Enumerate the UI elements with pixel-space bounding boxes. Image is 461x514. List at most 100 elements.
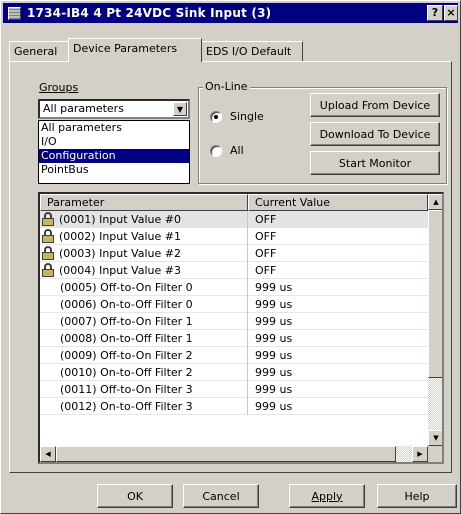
current-value-cell[interactable]: 999 us bbox=[248, 332, 428, 345]
scroll-up-icon[interactable]: ▲ bbox=[428, 194, 442, 210]
current-value-cell[interactable]: OFF bbox=[248, 213, 428, 226]
table-row[interactable]: (0004) Input Value #3 OFF bbox=[40, 261, 428, 279]
current-value-cell[interactable]: OFF bbox=[248, 230, 428, 243]
parameter-name: (0009) Off-to-On Filter 2 bbox=[60, 348, 193, 362]
tab-eds-io-default[interactable]: EDS I/O Default bbox=[201, 41, 303, 61]
parameter-cell: (0012) On-to-Off Filter 3 bbox=[40, 397, 248, 415]
parameter-cell: (0008) On-to-Off Filter 1 bbox=[40, 329, 248, 347]
parameter-name: (0004) Input Value #3 bbox=[59, 263, 181, 277]
table-row[interactable]: (0009) Off-to-On Filter 2 999 us bbox=[40, 346, 428, 364]
parameter-name: (0011) Off-to-On Filter 3 bbox=[60, 382, 193, 396]
apply-button[interactable]: Apply bbox=[289, 484, 365, 508]
parameter-name: (0005) Off-to-On Filter 0 bbox=[60, 280, 193, 294]
parameter-name: (0003) Input Value #2 bbox=[59, 246, 181, 260]
radio-single-label: Single bbox=[230, 110, 264, 123]
table-row[interactable]: (0006) On-to-Off Filter 0 999 us bbox=[40, 295, 428, 313]
tab-general[interactable]: General bbox=[9, 41, 69, 61]
window-icon bbox=[8, 6, 21, 20]
cancel-button-label: Cancel bbox=[202, 489, 240, 503]
help-button[interactable]: Help bbox=[377, 484, 457, 508]
table-row[interactable]: (0010) On-to-Off Filter 2 999 us bbox=[40, 363, 428, 381]
dialog-window: 1734-IB4 4 Pt 24VDC Sink Input (3) ? × G… bbox=[0, 0, 461, 514]
column-header-current-value[interactable]: Current Value bbox=[248, 194, 428, 211]
download-button-label: Download To Device bbox=[319, 127, 431, 141]
window-title: 1734-IB4 4 Pt 24VDC Sink Input (3) bbox=[27, 6, 272, 20]
lock-icon bbox=[41, 246, 55, 260]
radio-all[interactable]: All bbox=[210, 144, 244, 157]
current-value-cell[interactable]: 999 us bbox=[248, 298, 428, 311]
upload-from-device-button[interactable]: Upload From Device bbox=[310, 93, 440, 117]
scroll-left-icon[interactable]: ◀ bbox=[40, 446, 56, 462]
tab-device-parameters[interactable]: Device Parameters bbox=[68, 38, 202, 62]
horizontal-scrollbar[interactable]: ◀ ▶ bbox=[40, 446, 428, 462]
parameter-cell: (0011) Off-to-On Filter 3 bbox=[40, 380, 248, 398]
parameter-name: (0008) On-to-Off Filter 1 bbox=[60, 331, 193, 345]
parameter-cell: (0010) On-to-Off Filter 2 bbox=[40, 363, 248, 381]
parameter-cell: (0007) Off-to-On Filter 1 bbox=[40, 312, 248, 330]
parameter-cell: (0002) Input Value #1 bbox=[40, 227, 248, 245]
current-value-cell[interactable]: 999 us bbox=[248, 400, 428, 413]
close-button[interactable]: × bbox=[444, 5, 458, 21]
table-row[interactable]: (0011) Off-to-On Filter 3 999 us bbox=[40, 380, 428, 398]
parameter-cell: (0004) Input Value #3 bbox=[40, 261, 248, 279]
parameter-name: (0012) On-to-Off Filter 3 bbox=[60, 399, 193, 413]
table-row[interactable]: (0001) Input Value #0 OFF bbox=[40, 210, 428, 228]
table-row[interactable]: (0002) Input Value #1 OFF bbox=[40, 227, 428, 245]
radio-selected-icon bbox=[210, 110, 222, 123]
lock-icon bbox=[41, 263, 55, 277]
dropdown-option-configuration[interactable]: Configuration bbox=[39, 149, 189, 163]
parameter-name: (0007) Off-to-On Filter 1 bbox=[60, 314, 193, 328]
parameter-name: (0006) On-to-Off Filter 0 bbox=[60, 297, 193, 311]
column-header-parameter[interactable]: Parameter bbox=[40, 194, 248, 211]
start-monitor-button[interactable]: Start Monitor bbox=[310, 151, 440, 175]
groups-dropdown-list[interactable]: All parameters I/O Configuration PointBu… bbox=[38, 120, 190, 184]
radio-unselected-icon bbox=[210, 144, 222, 157]
radio-all-label: All bbox=[230, 144, 244, 157]
parameter-name: (0002) Input Value #1 bbox=[59, 229, 181, 243]
groups-selected-value: All parameters bbox=[43, 102, 124, 115]
start-monitor-button-label: Start Monitor bbox=[338, 156, 412, 170]
table-row[interactable]: (0003) Input Value #2 OFF bbox=[40, 244, 428, 262]
current-value-cell[interactable]: 999 us bbox=[248, 366, 428, 379]
radio-single[interactable]: Single bbox=[210, 110, 264, 123]
groups-label: Groups bbox=[39, 81, 79, 94]
groups-combobox[interactable]: All parameters ▼ bbox=[38, 99, 190, 119]
parameter-cell: (0003) Input Value #2 bbox=[40, 244, 248, 262]
parameter-name: (0010) On-to-Off Filter 2 bbox=[60, 365, 193, 379]
current-value-cell[interactable]: OFF bbox=[248, 264, 428, 277]
current-value-cell[interactable]: 999 us bbox=[248, 281, 428, 294]
grid-rows: (0001) Input Value #0 OFF (0002) Input Val… bbox=[40, 210, 428, 415]
ok-button[interactable]: OK bbox=[97, 484, 173, 508]
cancel-button[interactable]: Cancel bbox=[183, 484, 259, 508]
title-bar[interactable]: 1734-IB4 4 Pt 24VDC Sink Input (3) ? × bbox=[3, 3, 458, 23]
current-value-cell[interactable]: 999 us bbox=[248, 349, 428, 362]
horizontal-scroll-thumb[interactable] bbox=[56, 446, 396, 462]
lock-icon bbox=[41, 212, 55, 226]
vertical-scroll-thumb[interactable] bbox=[428, 210, 442, 378]
dropdown-option-io[interactable]: I/O bbox=[39, 135, 189, 149]
grid-header: Parameter Current Value bbox=[40, 194, 428, 211]
chevron-down-icon[interactable]: ▼ bbox=[173, 102, 187, 116]
scrollbar-corner bbox=[428, 446, 442, 462]
current-value-cell[interactable]: OFF bbox=[248, 247, 428, 260]
scroll-down-icon[interactable]: ▼ bbox=[428, 430, 442, 446]
scroll-right-icon[interactable]: ▶ bbox=[412, 446, 428, 462]
dropdown-option-all-parameters[interactable]: All parameters bbox=[39, 121, 189, 135]
table-row[interactable]: (0012) On-to-Off Filter 3 999 us bbox=[40, 397, 428, 415]
table-row[interactable]: (0007) Off-to-On Filter 1 999 us bbox=[40, 312, 428, 330]
parameter-cell: (0001) Input Value #0 bbox=[40, 210, 248, 228]
ok-button-label: OK bbox=[127, 489, 143, 503]
vertical-scrollbar[interactable]: ▲ ▼ bbox=[428, 194, 442, 446]
parameter-name: (0001) Input Value #0 bbox=[59, 212, 181, 226]
dropdown-option-pointbus[interactable]: PointBus bbox=[39, 163, 189, 177]
help-title-button[interactable]: ? bbox=[427, 5, 443, 21]
download-to-device-button[interactable]: Download To Device bbox=[310, 122, 440, 146]
online-label: On-Line bbox=[203, 80, 250, 93]
current-value-cell[interactable]: 999 us bbox=[248, 383, 428, 396]
parameter-cell: (0006) On-to-Off Filter 0 bbox=[40, 295, 248, 313]
parameter-grid[interactable]: Parameter Current Value (0001) Input Val… bbox=[38, 192, 444, 464]
current-value-cell[interactable]: 999 us bbox=[248, 315, 428, 328]
parameter-cell: (0009) Off-to-On Filter 2 bbox=[40, 346, 248, 364]
table-row[interactable]: (0005) Off-to-On Filter 0 999 us bbox=[40, 278, 428, 296]
table-row[interactable]: (0008) On-to-Off Filter 1 999 us bbox=[40, 329, 428, 347]
